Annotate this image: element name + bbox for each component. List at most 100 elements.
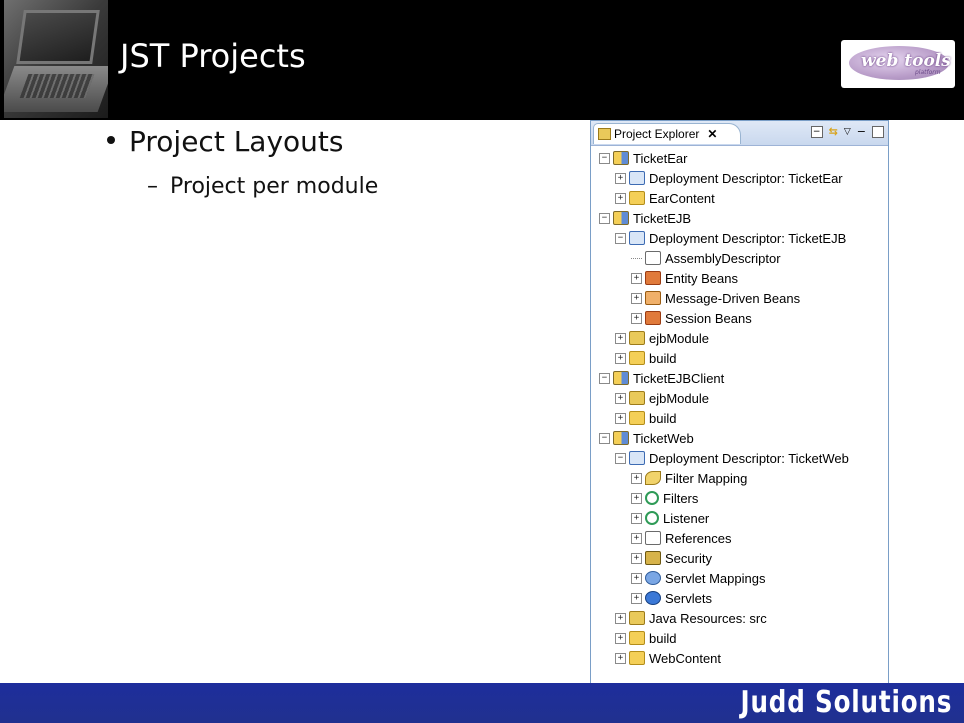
- tree-item-label: References: [665, 530, 732, 546]
- bullet-level2: – Project per module: [147, 174, 378, 199]
- entity-bean-icon: [645, 271, 661, 285]
- collapse-icon[interactable]: −: [599, 212, 610, 224]
- link-with-editor-icon[interactable]: ⇆: [829, 125, 838, 138]
- security-icon: [645, 551, 661, 565]
- expand-icon[interactable]: +: [631, 272, 642, 284]
- tab-project-explorer[interactable]: Project Explorer ✕: [593, 123, 741, 144]
- tree-item[interactable]: + Servlet Mappings: [591, 568, 888, 588]
- expand-icon[interactable]: +: [615, 412, 626, 424]
- tree-item[interactable]: + Listener: [591, 508, 888, 528]
- expand-icon[interactable]: +: [615, 332, 626, 344]
- laptop-keyboard: [19, 74, 95, 98]
- collapse-icon[interactable]: −: [599, 152, 610, 164]
- folder-icon: [629, 631, 645, 645]
- tree-item-label: Deployment Descriptor: TicketWeb: [649, 450, 849, 466]
- tab-label: Project Explorer: [614, 127, 700, 141]
- slide: JST Projects web tools platform Project …: [0, 0, 964, 723]
- tree-item[interactable]: − TicketEJBClient: [591, 368, 888, 388]
- tree-item[interactable]: + build: [591, 628, 888, 648]
- tree-item-label: Java Resources: src: [649, 610, 767, 626]
- expand-icon[interactable]: +: [615, 192, 626, 204]
- tree-item[interactable]: − Deployment Descriptor: TicketEJB: [591, 228, 888, 248]
- tree-item-label: Security: [665, 550, 712, 566]
- tree-item-label: Entity Beans: [665, 270, 738, 286]
- expand-icon[interactable]: +: [631, 572, 642, 584]
- expand-icon[interactable]: +: [631, 312, 642, 324]
- tree-item-label: Servlets: [665, 590, 712, 606]
- expand-icon[interactable]: +: [631, 512, 642, 524]
- collapse-icon[interactable]: −: [615, 452, 626, 464]
- expand-icon[interactable]: +: [615, 352, 626, 364]
- expand-icon[interactable]: +: [631, 592, 642, 604]
- expand-icon[interactable]: +: [615, 652, 626, 664]
- tree-item-label: build: [649, 630, 677, 646]
- tree-item[interactable]: + WebContent: [591, 648, 888, 668]
- tree-item-label: Filters: [663, 490, 699, 506]
- tree-item[interactable]: + Message-Driven Beans: [591, 288, 888, 308]
- tree-item[interactable]: − TicketWeb: [591, 428, 888, 448]
- tree-item[interactable]: + EarContent: [591, 188, 888, 208]
- collapse-all-icon[interactable]: −: [810, 125, 823, 138]
- message-driven-bean-icon: [645, 291, 661, 305]
- project-explorer-icon: [598, 128, 611, 140]
- expand-icon[interactable]: +: [631, 552, 642, 564]
- tree-item-label: EarContent: [649, 190, 715, 206]
- laptop-screen: [16, 10, 100, 64]
- tree-item[interactable]: + build: [591, 408, 888, 428]
- deployment-descriptor-icon: [629, 231, 645, 245]
- bullet-dot: [107, 136, 115, 144]
- web-tools-logo: web tools platform: [841, 40, 955, 88]
- close-icon[interactable]: ✕: [707, 127, 717, 141]
- tree-item-label: build: [649, 350, 677, 366]
- tree-item[interactable]: − Deployment Descriptor: TicketWeb: [591, 448, 888, 468]
- maximize-icon[interactable]: [872, 125, 884, 138]
- expand-icon[interactable]: +: [631, 472, 642, 484]
- tree-item[interactable]: AssemblyDescriptor: [591, 248, 888, 268]
- tree-item[interactable]: + Session Beans: [591, 308, 888, 328]
- expand-icon[interactable]: +: [615, 632, 626, 644]
- tree-item[interactable]: + ejbModule: [591, 388, 888, 408]
- project-tree: − TicketEar + Deployment Descriptor: Ticket…: [591, 148, 888, 668]
- tree-item-label: Filter Mapping: [665, 470, 748, 486]
- client-project-icon: [613, 371, 629, 385]
- tree-item[interactable]: + Servlets: [591, 588, 888, 608]
- tree-item[interactable]: + Java Resources: src: [591, 608, 888, 628]
- expand-icon[interactable]: +: [615, 612, 626, 624]
- java-resources-icon: [629, 611, 645, 625]
- tree-item-label: Message-Driven Beans: [665, 290, 801, 306]
- folder-icon: [629, 191, 645, 205]
- tree-item[interactable]: + ejbModule: [591, 328, 888, 348]
- ejb-project-icon: [613, 211, 629, 225]
- tree-item[interactable]: + build: [591, 348, 888, 368]
- explorer-header: Project Explorer ✕ − ⇆ ▽ −: [591, 121, 888, 146]
- expand-icon[interactable]: +: [631, 492, 642, 504]
- collapse-icon[interactable]: −: [599, 432, 610, 444]
- expand-icon[interactable]: +: [615, 172, 626, 184]
- folder-icon: [629, 411, 645, 425]
- folder-icon: [629, 351, 645, 365]
- enterprise-project-icon: [613, 151, 629, 165]
- filter-mapping-icon: [645, 471, 661, 485]
- collapse-icon[interactable]: −: [615, 232, 626, 244]
- tree-item[interactable]: + Entity Beans: [591, 268, 888, 288]
- tree-connector: [631, 257, 642, 259]
- tree-item[interactable]: − TicketEJB: [591, 208, 888, 228]
- expand-icon[interactable]: +: [631, 292, 642, 304]
- tree-item[interactable]: + Filter Mapping: [591, 468, 888, 488]
- view-toolbar: − ⇆ ▽ −: [810, 125, 884, 138]
- tree-item[interactable]: + Deployment Descriptor: TicketEar: [591, 168, 888, 188]
- tree-item[interactable]: + References: [591, 528, 888, 548]
- bullet-level2-text: Project per module: [170, 174, 379, 199]
- tree-item[interactable]: + Filters: [591, 488, 888, 508]
- listener-icon: [645, 511, 659, 525]
- tree-item[interactable]: − TicketEar: [591, 148, 888, 168]
- tree-item[interactable]: + Security: [591, 548, 888, 568]
- expand-icon[interactable]: +: [631, 532, 642, 544]
- expand-icon[interactable]: +: [615, 392, 626, 404]
- tree-item-label: Session Beans: [665, 310, 752, 326]
- view-menu-icon[interactable]: ▽: [844, 127, 851, 137]
- slide-title: JST Projects: [120, 37, 306, 75]
- minimize-icon[interactable]: −: [857, 125, 866, 138]
- collapse-icon[interactable]: −: [599, 372, 610, 384]
- tree-item-label: AssemblyDescriptor: [665, 250, 781, 266]
